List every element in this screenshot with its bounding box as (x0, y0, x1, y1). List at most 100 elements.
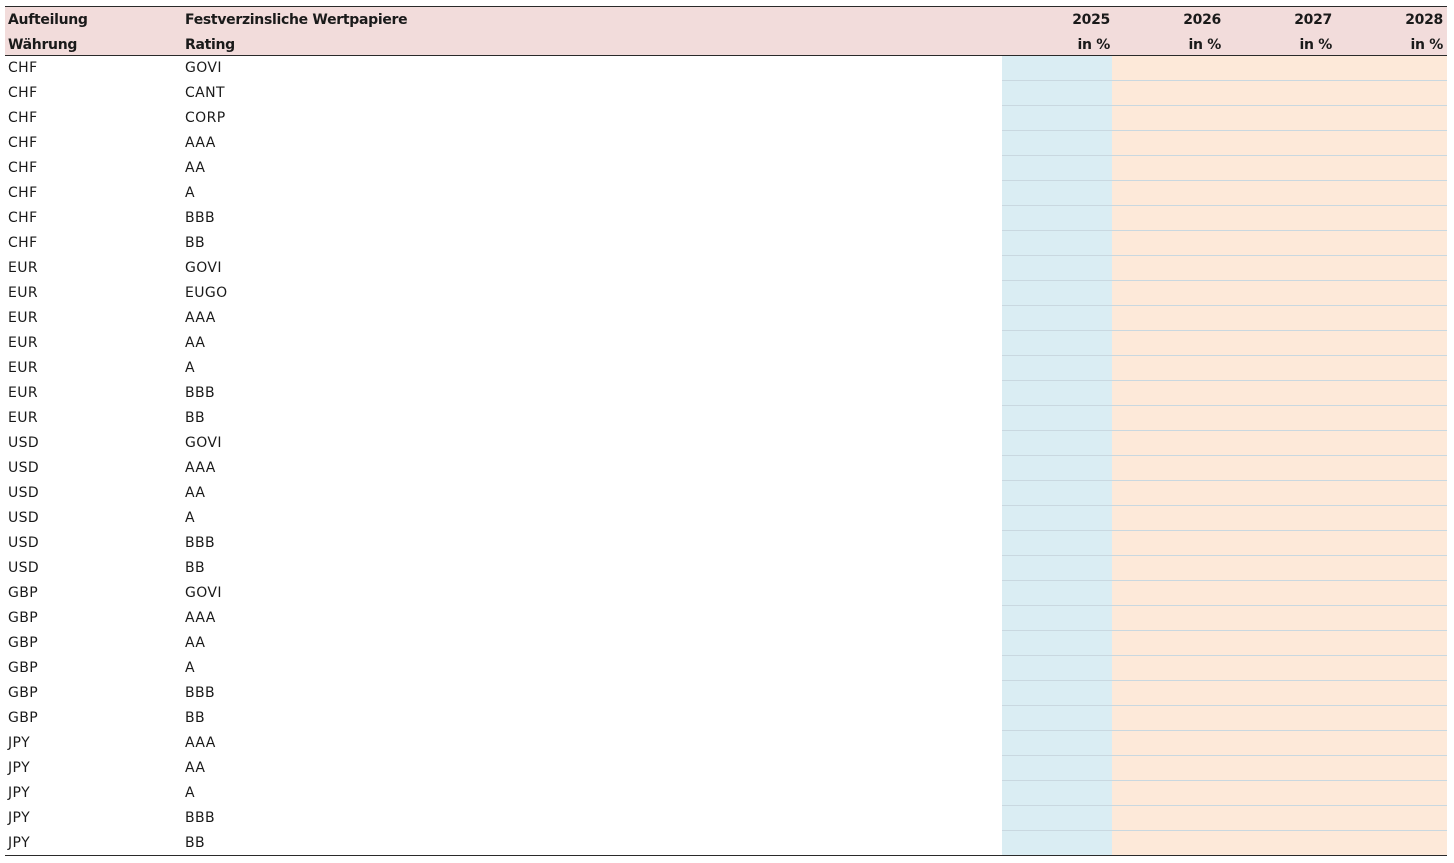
value-cell-2027[interactable] (1223, 556, 1335, 581)
value-cell-2025[interactable] (1002, 381, 1112, 406)
value-cell-2026[interactable] (1112, 831, 1223, 856)
value-cell-2026[interactable] (1112, 606, 1223, 631)
value-cell-2028[interactable] (1335, 156, 1447, 181)
value-cell-2025[interactable] (1002, 131, 1112, 156)
value-cell-2026[interactable] (1112, 731, 1223, 756)
value-cell-2026[interactable] (1112, 781, 1223, 806)
value-cell-2026[interactable] (1112, 356, 1223, 381)
value-cell-2028[interactable] (1335, 131, 1447, 156)
value-cell-2026[interactable] (1112, 56, 1223, 81)
value-cell-2026[interactable] (1112, 756, 1223, 781)
value-cell-2027[interactable] (1223, 431, 1335, 456)
value-cell-2028[interactable] (1335, 831, 1447, 856)
value-cell-2025[interactable] (1002, 206, 1112, 231)
value-cell-2027[interactable] (1223, 706, 1335, 731)
value-cell-2025[interactable] (1002, 556, 1112, 581)
value-cell-2025[interactable] (1002, 56, 1112, 81)
value-cell-2027[interactable] (1223, 506, 1335, 531)
value-cell-2027[interactable] (1223, 481, 1335, 506)
value-cell-2025[interactable] (1002, 606, 1112, 631)
value-cell-2027[interactable] (1223, 656, 1335, 681)
value-cell-2025[interactable] (1002, 706, 1112, 731)
value-cell-2028[interactable] (1335, 81, 1447, 106)
value-cell-2026[interactable] (1112, 681, 1223, 706)
value-cell-2028[interactable] (1335, 381, 1447, 406)
value-cell-2025[interactable] (1002, 231, 1112, 256)
value-cell-2027[interactable] (1223, 356, 1335, 381)
value-cell-2027[interactable] (1223, 331, 1335, 356)
value-cell-2028[interactable] (1335, 356, 1447, 381)
value-cell-2026[interactable] (1112, 206, 1223, 231)
value-cell-2027[interactable] (1223, 606, 1335, 631)
value-cell-2027[interactable] (1223, 156, 1335, 181)
value-cell-2025[interactable] (1002, 331, 1112, 356)
value-cell-2027[interactable] (1223, 806, 1335, 831)
value-cell-2028[interactable] (1335, 681, 1447, 706)
value-cell-2028[interactable] (1335, 481, 1447, 506)
value-cell-2028[interactable] (1335, 531, 1447, 556)
value-cell-2025[interactable] (1002, 756, 1112, 781)
value-cell-2028[interactable] (1335, 581, 1447, 606)
value-cell-2028[interactable] (1335, 431, 1447, 456)
value-cell-2026[interactable] (1112, 181, 1223, 206)
value-cell-2026[interactable] (1112, 706, 1223, 731)
value-cell-2027[interactable] (1223, 731, 1335, 756)
value-cell-2025[interactable] (1002, 481, 1112, 506)
value-cell-2027[interactable] (1223, 831, 1335, 856)
value-cell-2026[interactable] (1112, 281, 1223, 306)
value-cell-2025[interactable] (1002, 406, 1112, 431)
value-cell-2027[interactable] (1223, 381, 1335, 406)
value-cell-2027[interactable] (1223, 231, 1335, 256)
value-cell-2028[interactable] (1335, 731, 1447, 756)
value-cell-2025[interactable] (1002, 631, 1112, 656)
value-cell-2026[interactable] (1112, 331, 1223, 356)
value-cell-2025[interactable] (1002, 156, 1112, 181)
value-cell-2025[interactable] (1002, 806, 1112, 831)
value-cell-2028[interactable] (1335, 806, 1447, 831)
value-cell-2026[interactable] (1112, 306, 1223, 331)
value-cell-2025[interactable] (1002, 106, 1112, 131)
value-cell-2025[interactable] (1002, 356, 1112, 381)
value-cell-2026[interactable] (1112, 631, 1223, 656)
value-cell-2026[interactable] (1112, 581, 1223, 606)
value-cell-2026[interactable] (1112, 481, 1223, 506)
value-cell-2025[interactable] (1002, 456, 1112, 481)
value-cell-2027[interactable] (1223, 781, 1335, 806)
value-cell-2028[interactable] (1335, 281, 1447, 306)
value-cell-2028[interactable] (1335, 606, 1447, 631)
value-cell-2027[interactable] (1223, 756, 1335, 781)
value-cell-2027[interactable] (1223, 131, 1335, 156)
value-cell-2025[interactable] (1002, 306, 1112, 331)
value-cell-2028[interactable] (1335, 631, 1447, 656)
value-cell-2027[interactable] (1223, 306, 1335, 331)
value-cell-2026[interactable] (1112, 231, 1223, 256)
value-cell-2027[interactable] (1223, 631, 1335, 656)
value-cell-2026[interactable] (1112, 556, 1223, 581)
value-cell-2025[interactable] (1002, 731, 1112, 756)
value-cell-2028[interactable] (1335, 781, 1447, 806)
value-cell-2026[interactable] (1112, 506, 1223, 531)
value-cell-2026[interactable] (1112, 456, 1223, 481)
value-cell-2026[interactable] (1112, 406, 1223, 431)
value-cell-2027[interactable] (1223, 206, 1335, 231)
value-cell-2025[interactable] (1002, 656, 1112, 681)
value-cell-2026[interactable] (1112, 381, 1223, 406)
value-cell-2025[interactable] (1002, 256, 1112, 281)
value-cell-2027[interactable] (1223, 56, 1335, 81)
value-cell-2026[interactable] (1112, 656, 1223, 681)
value-cell-2025[interactable] (1002, 506, 1112, 531)
value-cell-2025[interactable] (1002, 681, 1112, 706)
value-cell-2026[interactable] (1112, 106, 1223, 131)
value-cell-2026[interactable] (1112, 156, 1223, 181)
value-cell-2026[interactable] (1112, 256, 1223, 281)
value-cell-2025[interactable] (1002, 781, 1112, 806)
value-cell-2026[interactable] (1112, 81, 1223, 106)
value-cell-2027[interactable] (1223, 581, 1335, 606)
value-cell-2028[interactable] (1335, 456, 1447, 481)
value-cell-2027[interactable] (1223, 681, 1335, 706)
value-cell-2028[interactable] (1335, 56, 1447, 81)
value-cell-2025[interactable] (1002, 281, 1112, 306)
value-cell-2025[interactable] (1002, 581, 1112, 606)
value-cell-2025[interactable] (1002, 431, 1112, 456)
value-cell-2027[interactable] (1223, 406, 1335, 431)
